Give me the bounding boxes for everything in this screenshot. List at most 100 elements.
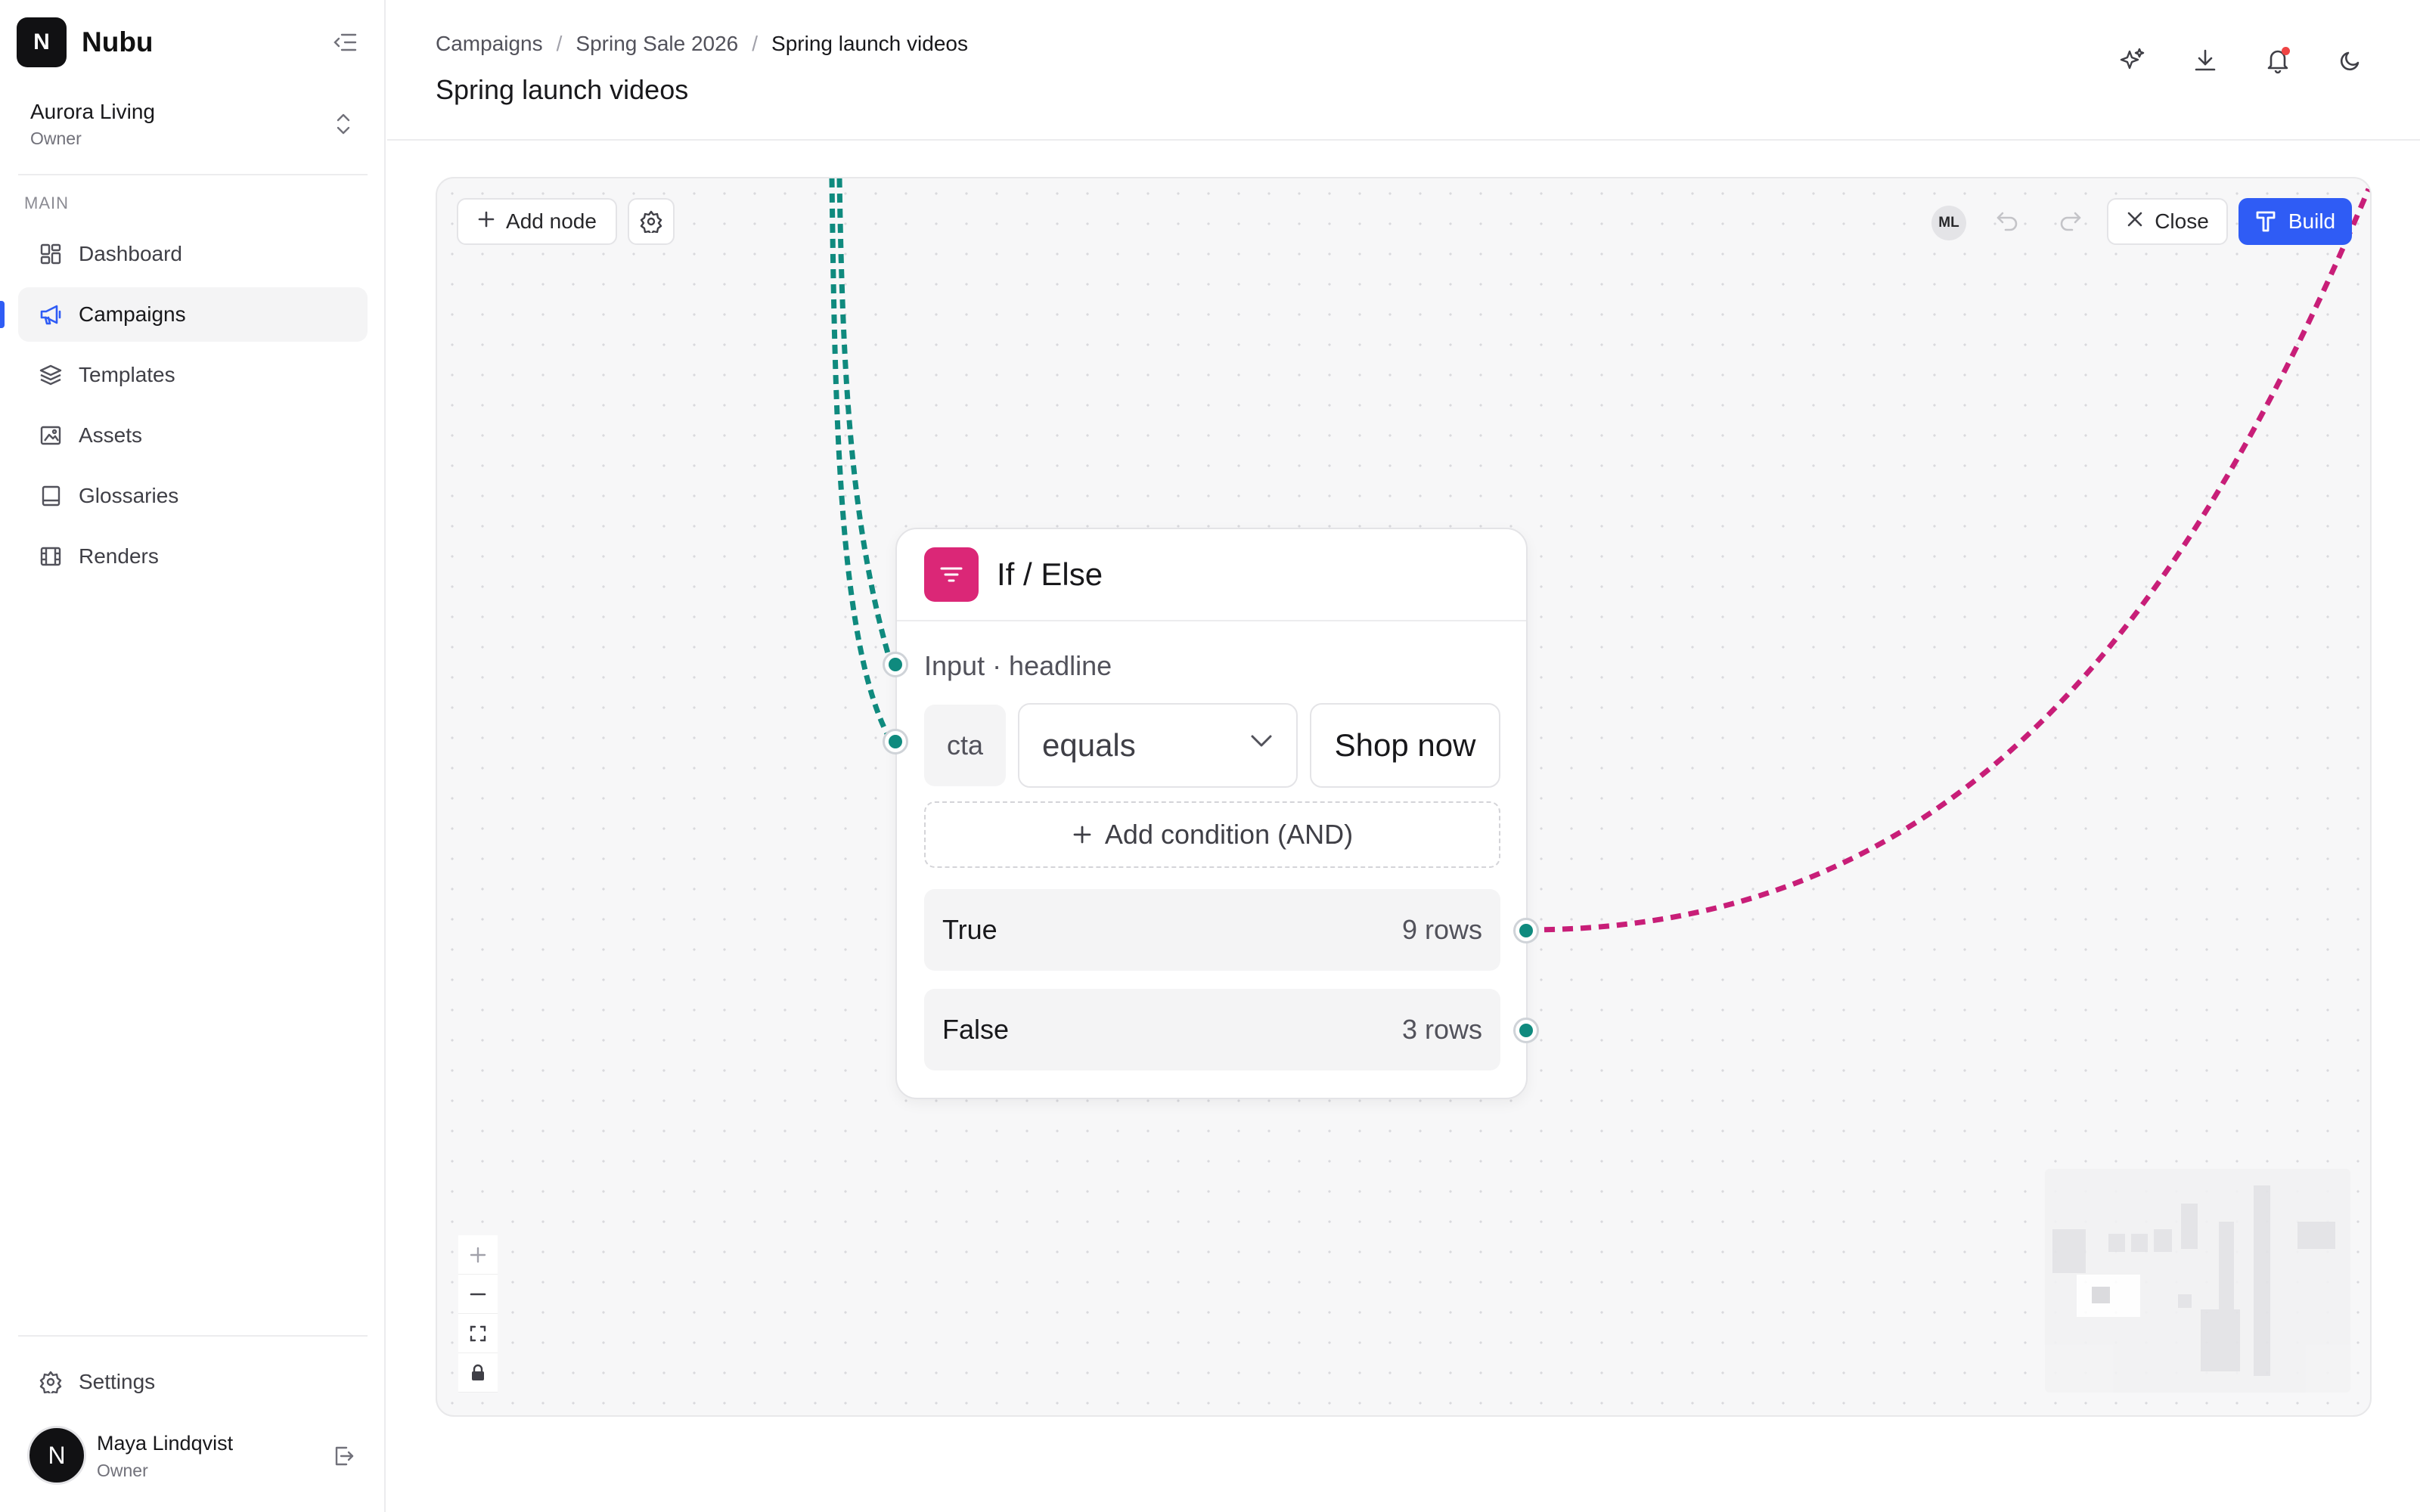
user-role: Owner [97, 1461, 148, 1480]
input-handle-cta[interactable] [883, 729, 908, 754]
condition-field[interactable]: cta [924, 705, 1006, 786]
zoom-in-button[interactable] [458, 1235, 498, 1275]
branch-label: False [942, 1014, 1010, 1045]
collaborator-avatar[interactable]: ML [1931, 206, 1966, 240]
brand[interactable]: N Nubu [17, 17, 154, 68]
add-node-button[interactable]: Add node [457, 198, 617, 245]
notifications-button[interactable] [2260, 42, 2296, 79]
sidebar: N Nubu Aurora Living Owner MAIN Dashboar… [0, 0, 386, 1512]
zoom-controls [458, 1235, 498, 1393]
sidebar-item-label: Renders [79, 544, 159, 568]
notification-dot [2282, 47, 2290, 55]
close-icon [2126, 209, 2144, 234]
download-button[interactable] [2187, 42, 2223, 79]
workspace-switcher[interactable]: Aurora Living Owner [18, 92, 358, 160]
chevron-up-down-icon [328, 107, 358, 141]
minimap-node [2219, 1222, 2234, 1309]
settings-label: Settings [79, 1370, 156, 1393]
sidebar-nav: Dashboard Campaigns Templates Assets Glo… [0, 227, 368, 590]
workspace-name: Aurora Living [30, 100, 155, 123]
minimap-node [2154, 1229, 2172, 1252]
redo-icon [2060, 212, 2081, 231]
sidebar-collapse-icon [334, 33, 357, 51]
close-label: Close [2155, 209, 2209, 233]
fit-view-icon [470, 1325, 486, 1341]
if-else-node[interactable]: If / Else Input · headline cta equals Sh… [883, 528, 1539, 1099]
nav-section-label: MAIN [24, 194, 69, 212]
sidebar-item-assets[interactable]: Assets [18, 408, 368, 463]
lock-canvas-button[interactable] [458, 1353, 498, 1393]
logout-button[interactable] [327, 1439, 360, 1473]
logout-icon [335, 1446, 354, 1466]
gear-icon [38, 1369, 64, 1395]
sidebar-divider [18, 174, 368, 175]
sidebar-item-label: Templates [79, 363, 175, 386]
branch-row-count: 3 rows [1401, 1014, 1482, 1045]
brand-logo: N [17, 17, 67, 67]
output-handle-false[interactable] [1513, 1018, 1539, 1043]
collapse-sidebar-button[interactable] [328, 26, 361, 59]
input-edge-headline [836, 178, 894, 665]
sidebar-item-templates[interactable]: Templates [18, 348, 368, 402]
add-condition-button[interactable]: Add condition (AND) [924, 801, 1500, 868]
theme-toggle-button[interactable] [2332, 42, 2369, 79]
add-condition-label: Add condition (AND) [1104, 819, 1354, 850]
moon-icon [2340, 51, 2360, 71]
layers-icon [38, 362, 64, 388]
close-button[interactable]: Close [2107, 198, 2228, 245]
build-label: Build [2288, 209, 2336, 233]
sidebar-item-glossaries[interactable]: Glossaries [18, 469, 368, 523]
workspace-role: Owner [30, 129, 82, 148]
undo-button[interactable] [1987, 201, 2028, 242]
minus-icon [470, 1293, 486, 1295]
chevron-down-icon [1249, 733, 1274, 748]
node-title: If / Else [997, 556, 1103, 592]
output-handle-true[interactable] [1513, 918, 1539, 943]
film-icon [38, 544, 64, 569]
branch-false[interactable]: False 3 rows [924, 989, 1500, 1070]
filter-icon [924, 547, 979, 602]
avatar: N [27, 1426, 86, 1485]
condition-operator-value: equals [1042, 727, 1136, 763]
sidebar-item-campaigns[interactable]: Campaigns [0, 287, 368, 342]
true-branch-edge [1525, 187, 2370, 933]
header-actions [2114, 42, 2369, 79]
redo-button[interactable] [2049, 201, 2090, 242]
sparkle-icon [2120, 48, 2145, 70]
ai-sparkle-button[interactable] [2114, 42, 2151, 79]
minimap-node [2297, 1222, 2335, 1249]
download-icon [2195, 49, 2216, 71]
user-name: Maya Lindqvist [97, 1432, 234, 1455]
input-edge-cta [829, 178, 894, 742]
input-handle-headline[interactable] [883, 652, 908, 677]
condition-operator-select[interactable]: equals [1018, 703, 1298, 788]
megaphone-icon [38, 302, 64, 327]
dashboard-icon [38, 241, 64, 267]
minimap[interactable] [2045, 1169, 2350, 1393]
sidebar-item-label: Campaigns [79, 302, 186, 326]
fit-view-button[interactable] [458, 1314, 498, 1353]
canvas-settings-button[interactable] [628, 198, 675, 245]
sidebar-item-renders[interactable]: Renders [18, 529, 368, 584]
minimap-node [2181, 1204, 2198, 1249]
branch-true[interactable]: True 9 rows [924, 889, 1500, 971]
build-button[interactable]: Build [2238, 198, 2352, 245]
node-header[interactable]: If / Else [897, 529, 1526, 621]
sidebar-item-label: Glossaries [79, 484, 179, 507]
page-title: Spring launch videos [436, 74, 689, 105]
workflow-canvas[interactable]: Add node ML Close Build If / Else Input … [436, 177, 2372, 1417]
user-profile[interactable]: N Maya Lindqvist Owner [27, 1426, 360, 1486]
sidebar-item-label: Dashboard [79, 242, 182, 265]
gear-icon [640, 210, 662, 233]
breadcrumb-spring-sale[interactable]: Spring Sale 2026 [576, 32, 738, 56]
sidebar-divider [18, 1335, 368, 1337]
minimap-node [2178, 1294, 2192, 1308]
hammer-icon [2255, 209, 2278, 234]
sidebar-item-dashboard[interactable]: Dashboard [18, 227, 368, 281]
book-icon [38, 483, 64, 509]
breadcrumb-campaigns[interactable]: Campaigns [436, 32, 543, 56]
sidebar-item-settings[interactable]: Settings [18, 1355, 368, 1409]
condition-value-input[interactable]: Shop now [1310, 703, 1500, 788]
undo-icon [1996, 212, 2018, 231]
zoom-out-button[interactable] [458, 1275, 498, 1314]
